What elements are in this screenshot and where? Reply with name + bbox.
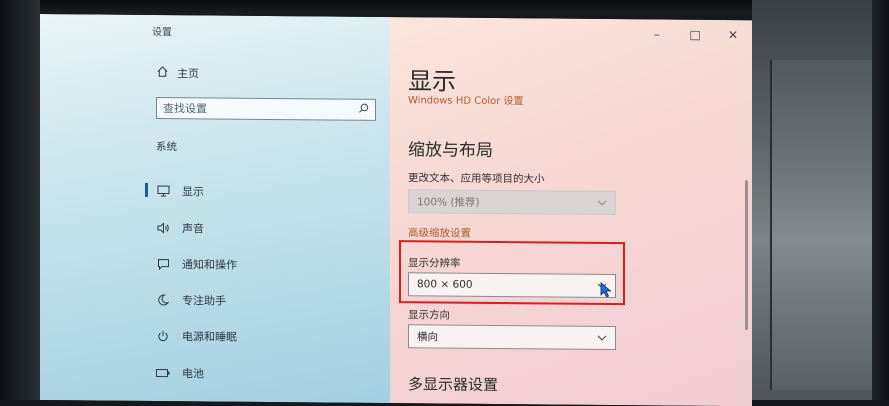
settings-window: 设置 主页 查找设置 系统 显示 声音 通知和操作 专注助手 电源和睡眠 电池 …: [40, 14, 752, 406]
close-button[interactable]: ✕: [726, 28, 740, 42]
window-title: 设置: [152, 26, 172, 39]
sidebar-item-label: 通知和操作: [182, 258, 237, 272]
scrollbar[interactable]: [745, 180, 748, 331]
monitor-bezel-left: [0, 0, 40, 400]
hd-color-settings-link[interactable]: Windows HD Color 设置: [408, 91, 524, 107]
sidebar-item-label: 电源和睡眠: [182, 330, 237, 344]
monitor-icon: [156, 184, 170, 198]
sidebar-item-display[interactable]: 显示: [156, 183, 204, 199]
sidebar-item-label: 显示: [182, 185, 204, 199]
sidebar-item-focus-assist[interactable]: 专注助手: [156, 292, 226, 309]
sidebar-item-notifications[interactable]: 通知和操作: [156, 256, 237, 273]
sidebar-item-sound[interactable]: 声音: [156, 220, 204, 236]
sidebar-item-label: 电池: [182, 367, 204, 381]
sidebar: 设置 主页 查找设置 系统 显示 声音 通知和操作 专注助手 电源和睡眠 电池: [40, 14, 390, 404]
background-shelf: [770, 60, 872, 390]
search-input[interactable]: 查找设置: [156, 97, 376, 121]
moon-icon: [156, 293, 170, 307]
section-label-system: 系统: [156, 141, 177, 154]
scale-value: 100% (推荐): [417, 195, 480, 209]
chevron-down-icon: [597, 332, 607, 344]
home-nav-item[interactable]: 主页: [156, 65, 199, 81]
orientation-label: 显示方向: [408, 309, 450, 322]
home-icon: [156, 65, 169, 81]
search-placeholder: 查找设置: [163, 102, 207, 116]
home-label: 主页: [177, 67, 199, 81]
sidebar-item-label: 声音: [182, 222, 204, 236]
speaker-icon: [156, 221, 170, 235]
power-icon: [156, 329, 170, 343]
scale-layout-heading: 缩放与布局: [408, 140, 493, 161]
monitor-bezel-right: [872, 0, 889, 400]
advanced-scale-link[interactable]: 高级缩放设置: [408, 225, 471, 241]
orientation-dropdown[interactable]: 横向: [408, 324, 616, 351]
sidebar-item-label: 专注助手: [182, 294, 226, 308]
battery-icon: [156, 366, 170, 380]
notification-icon: [156, 257, 170, 271]
search-icon: [358, 103, 369, 117]
multi-display-heading: 多显示器设置: [408, 375, 499, 394]
sidebar-item-power-sleep[interactable]: 电源和睡眠: [156, 328, 237, 345]
resolution-highlight-box: [399, 240, 625, 306]
sidebar-item-battery[interactable]: 电池: [156, 365, 204, 381]
minimize-button[interactable]: –: [650, 27, 664, 41]
chevron-down-icon: [597, 197, 607, 209]
selected-indicator: [145, 182, 148, 197]
display-settings-panel: – □ ✕ 显示 Windows HD Color 设置 缩放与布局 更改文本、…: [390, 17, 752, 406]
orientation-value: 横向: [417, 330, 438, 343]
scale-label: 更改文本、应用等项目的大小: [408, 172, 545, 186]
scale-dropdown[interactable]: 100% (推荐): [408, 189, 616, 216]
mouse-cursor-icon: [600, 282, 612, 302]
window-controls: – □ ✕: [650, 27, 740, 42]
maximize-button[interactable]: □: [688, 28, 702, 42]
